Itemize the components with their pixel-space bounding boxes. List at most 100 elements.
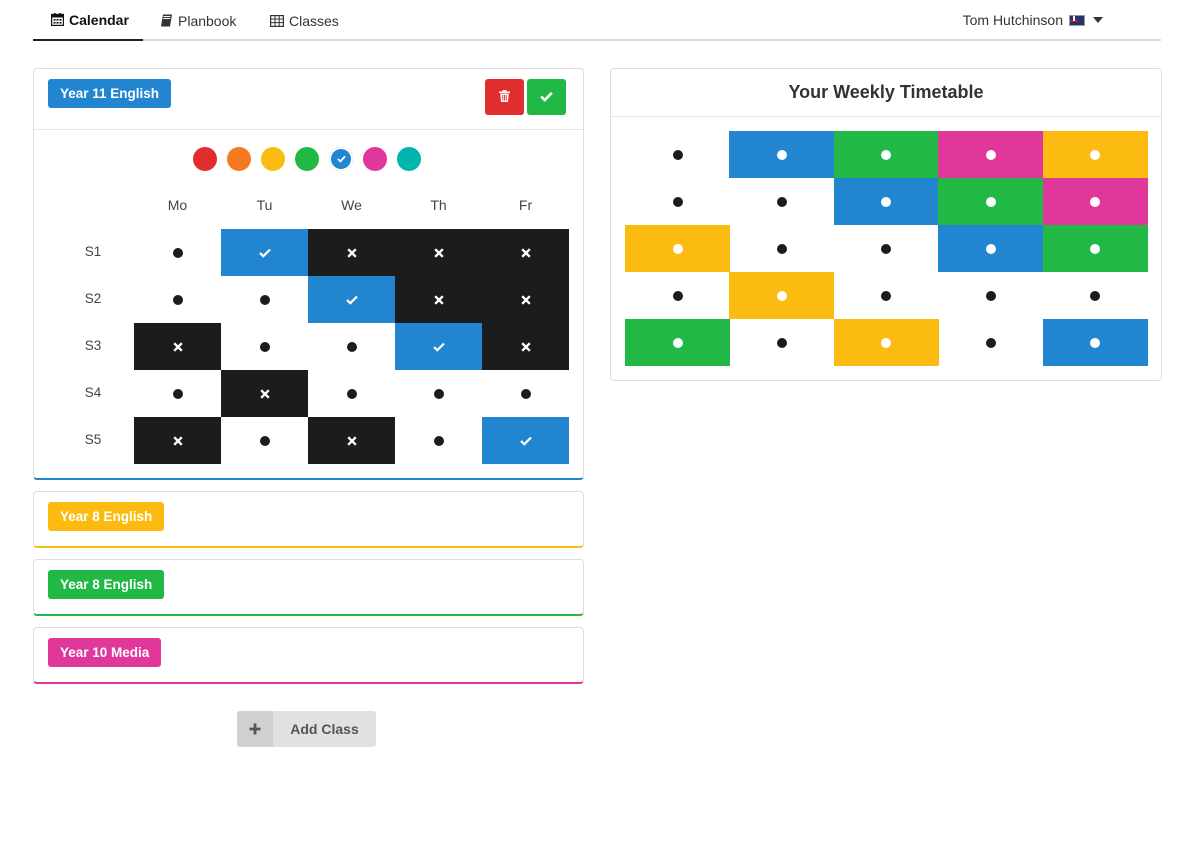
check-icon: [519, 436, 532, 446]
slot-cell-taken[interactable]: [482, 229, 569, 276]
slot-cell-free[interactable]: [134, 276, 221, 323]
timetable-cell: [625, 131, 730, 178]
timetable-cell: [938, 319, 1043, 366]
dot-icon: [346, 341, 357, 352]
dot-icon: [672, 243, 683, 254]
slot-cell-taken[interactable]: [308, 229, 395, 276]
slot-cell-free[interactable]: [308, 323, 395, 370]
slot-cell-taken[interactable]: [134, 323, 221, 370]
user-menu[interactable]: Tom Hutchinson: [963, 0, 1103, 40]
dot-icon: [672, 337, 683, 348]
class-panel[interactable]: Year 8 English: [33, 491, 584, 548]
dot-icon: [985, 196, 996, 207]
dot-icon: [520, 388, 531, 399]
timetable-cell: [729, 131, 835, 178]
table-icon: [270, 14, 284, 27]
slot-cell-selected[interactable]: [308, 276, 395, 323]
timetable-cell: [833, 131, 939, 178]
timetable-cell: [938, 131, 1044, 178]
session-label: S2: [84, 291, 102, 306]
slot-cell-free[interactable]: [308, 370, 395, 417]
slot-cell-selected[interactable]: [221, 229, 308, 276]
class-panel[interactable]: Year 10 Media: [33, 627, 584, 684]
save-class-button[interactable]: [527, 79, 566, 115]
close-icon: [172, 435, 183, 446]
add-class-button[interactable]: Add Class: [237, 711, 376, 747]
day-header: Mo: [167, 197, 188, 213]
tab-classes[interactable]: Classes: [270, 0, 339, 41]
dot-icon: [1090, 196, 1101, 207]
dot-icon: [776, 196, 787, 207]
slot-cell-taken[interactable]: [482, 276, 569, 323]
close-icon: [433, 294, 444, 305]
timetable-cell: [625, 178, 730, 225]
dot-icon: [881, 337, 892, 348]
color-swatch-red[interactable]: [193, 147, 217, 171]
dot-icon: [433, 435, 444, 446]
dot-icon: [985, 337, 996, 348]
slot-cell-selected[interactable]: [395, 323, 482, 370]
slot-cell-selected[interactable]: [482, 417, 569, 464]
slot-cell-taken[interactable]: [308, 417, 395, 464]
class-name-badge[interactable]: Year 8 English: [48, 570, 165, 599]
slot-cell-free[interactable]: [134, 229, 221, 276]
slot-cell-free[interactable]: [395, 370, 482, 417]
panel-divider: [34, 129, 583, 130]
dot-icon: [881, 290, 892, 301]
day-header: Th: [430, 197, 447, 213]
slot-cell-free[interactable]: [221, 276, 308, 323]
session-label: S5: [84, 432, 102, 447]
check-icon: [336, 155, 346, 163]
color-swatch-blue[interactable]: [329, 147, 353, 171]
color-swatch-yellow[interactable]: [261, 147, 285, 171]
check-icon: [345, 295, 358, 305]
timetable-cell: [1042, 178, 1148, 225]
dot-icon: [672, 290, 683, 301]
dot-icon: [985, 243, 996, 254]
color-swatch-teal[interactable]: [397, 147, 421, 171]
color-swatch-orange[interactable]: [227, 147, 251, 171]
dot-icon: [259, 341, 270, 352]
delete-class-button[interactable]: [485, 79, 524, 115]
slot-cell-free[interactable]: [134, 370, 221, 417]
slot-cell-free[interactable]: [221, 417, 308, 464]
check-icon: [258, 248, 271, 258]
slot-cell-free[interactable]: [395, 417, 482, 464]
dot-icon: [776, 149, 787, 160]
color-swatches: [193, 147, 431, 173]
dot-icon: [776, 243, 787, 254]
timetable-cell: [1042, 131, 1148, 178]
calendar-icon: [51, 13, 64, 26]
session-label: S4: [84, 385, 102, 400]
timetable-cell: [833, 178, 939, 225]
slot-cell-taken[interactable]: [134, 417, 221, 464]
close-icon: [520, 247, 531, 258]
class-panel-active: Year 11 English Mo Tu We Th Fr S1 S2 S3 S4 S5: [33, 68, 584, 480]
close-icon: [172, 341, 183, 352]
class-name-badge[interactable]: Year 8 English: [48, 502, 165, 531]
class-name-badge[interactable]: Year 10 Media: [48, 638, 162, 667]
slot-cell-free[interactable]: [221, 323, 308, 370]
close-icon: [259, 388, 270, 399]
tab-calendar[interactable]: Calendar: [33, 0, 143, 41]
slot-cell-free[interactable]: [482, 370, 569, 417]
day-header: Tu: [256, 197, 273, 213]
user-name: Tom Hutchinson: [962, 12, 1063, 28]
dot-icon: [881, 196, 892, 207]
timetable-cell: [729, 319, 834, 366]
slot-cell-taken[interactable]: [221, 370, 308, 417]
color-swatch-pink[interactable]: [363, 147, 387, 171]
slot-cell-taken[interactable]: [395, 229, 482, 276]
class-panel[interactable]: Year 8 English: [33, 559, 584, 616]
slot-cell-taken[interactable]: [395, 276, 482, 323]
tab-calendar-label: Calendar: [69, 11, 129, 28]
plus-icon: [237, 711, 273, 747]
class-name-badge[interactable]: Year 11 English: [48, 79, 172, 108]
dot-icon: [1090, 337, 1101, 348]
close-icon: [433, 247, 444, 258]
weekly-timetable-panel: Your Weekly Timetable: [610, 68, 1162, 381]
timetable-cell: [1043, 272, 1148, 319]
color-swatch-green[interactable]: [295, 147, 319, 171]
tab-planbook[interactable]: Planbook: [160, 0, 236, 41]
slot-cell-taken[interactable]: [482, 323, 569, 370]
